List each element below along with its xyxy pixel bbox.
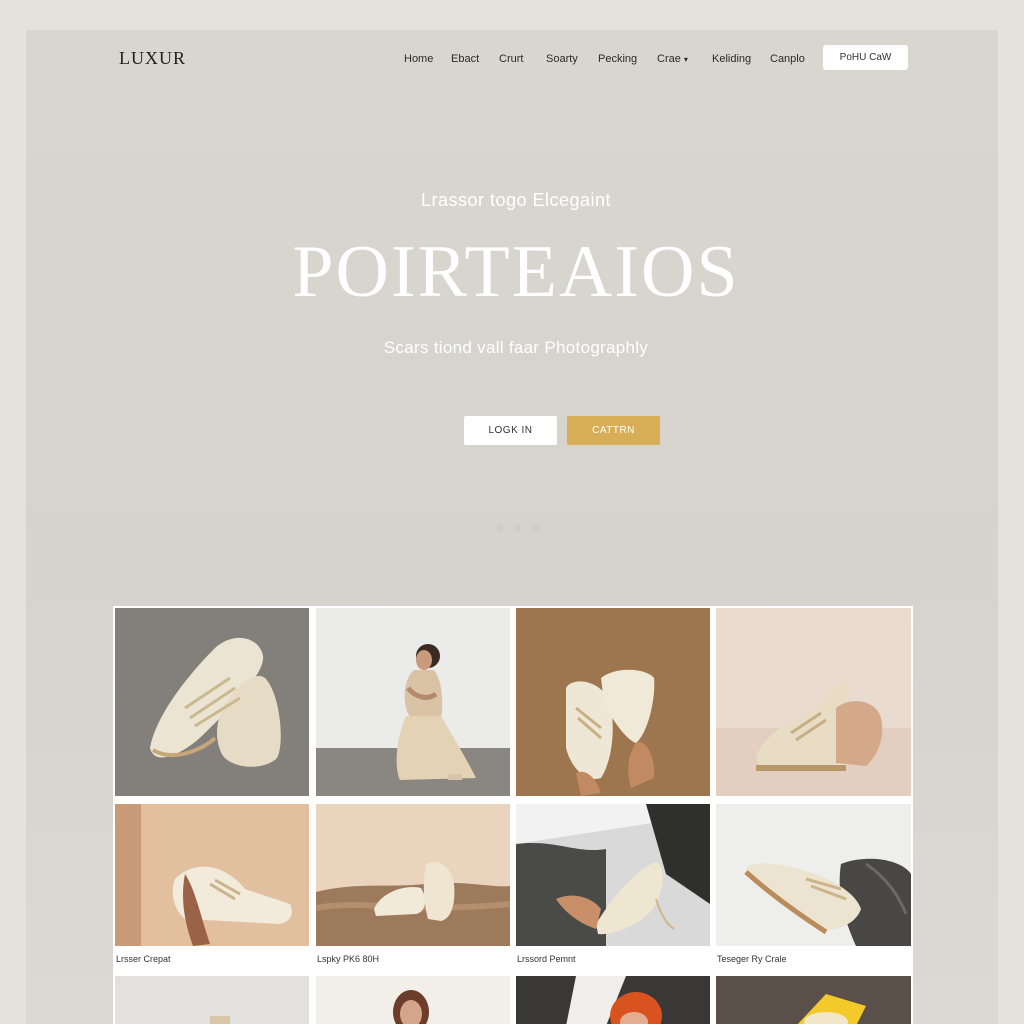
model-seated-image [316, 608, 510, 796]
gallery-tile-model-portrait[interactable] [316, 976, 510, 1024]
gallery-tile-yellow[interactable] [716, 976, 911, 1024]
gallery-caption: Teseger Ry Crale [717, 954, 787, 964]
hero-title: POIRTEAIOS [292, 231, 740, 313]
slider-dot[interactable] [496, 524, 504, 532]
slider-dot[interactable] [514, 524, 522, 532]
gallery-tile-hands-shoes[interactable] [516, 608, 710, 796]
gallery-tile-model-seated[interactable] [316, 608, 510, 796]
gallery-tile-fabric[interactable] [716, 804, 911, 946]
nav-item-canplo[interactable]: Canplo [770, 53, 805, 65]
redhead-image [516, 976, 710, 1024]
yellow-product-image [716, 976, 911, 1024]
hand-wall-image [115, 804, 309, 946]
gallery-tile-hand-dark[interactable] [516, 804, 710, 946]
hand-dark-image [516, 804, 710, 946]
model-portrait-image [316, 976, 510, 1024]
gallery-caption: Lrsser Crepat [116, 954, 171, 964]
gallery-tile-sneaker-pair[interactable] [716, 608, 911, 796]
hero-eyebrow: Lrassor togo Elcegaint [420, 190, 612, 210]
slider-dot[interactable] [532, 524, 540, 532]
site-logo[interactable]: LUXUR [119, 48, 186, 69]
sneaker-pair-image [716, 608, 911, 796]
sneakers-concrete-image [115, 608, 309, 796]
light-product-image [115, 976, 309, 1024]
slider-dots [496, 524, 540, 532]
gallery-tile-sneakers-concrete[interactable] [115, 608, 309, 796]
gallery-caption: Lrssord Pemnt [517, 954, 576, 964]
gallery-grid: Lrsser Crepat Lspky PK6 80H Lrssord Pemn… [113, 606, 913, 1024]
sand-sneakers-image [316, 804, 510, 946]
nav-item-soarty[interactable]: Soarty [546, 53, 578, 65]
nav-item-ebact[interactable]: Ebact [451, 53, 479, 65]
gallery-tile-hand-wall[interactable] [115, 804, 309, 946]
hero-cta-button[interactable]: CATTRN [567, 416, 660, 445]
login-button[interactable]: LOGK IN [464, 416, 557, 445]
nav-item-pecking[interactable]: Pecking [598, 53, 637, 65]
nav-item-keliding[interactable]: Keliding [712, 53, 751, 65]
gallery-tile-redhead[interactable] [516, 976, 710, 1024]
fabric-image [716, 804, 911, 946]
hero-subtitle: Scars tiond vall faar Photographly [383, 338, 649, 357]
page-frame: LUXUR Home Ebact Crurt Soarty Pecking Cr… [26, 30, 998, 1024]
gallery-tile-light[interactable] [115, 976, 309, 1024]
gallery-tile-sand-sneakers[interactable] [316, 804, 510, 946]
nav-item-crae[interactable]: Crae ▾ [657, 53, 688, 65]
nav-item-crae-label: Crae [657, 53, 681, 65]
nav-item-home[interactable]: Home [404, 53, 433, 65]
hands-shoes-image [516, 608, 710, 796]
gallery-caption: Lspky PK6 80H [317, 954, 380, 964]
header-cta-button[interactable]: PoHU CaW [823, 45, 908, 70]
nav-item-crurt[interactable]: Crurt [499, 53, 523, 65]
chevron-down-icon: ▾ [683, 55, 688, 64]
